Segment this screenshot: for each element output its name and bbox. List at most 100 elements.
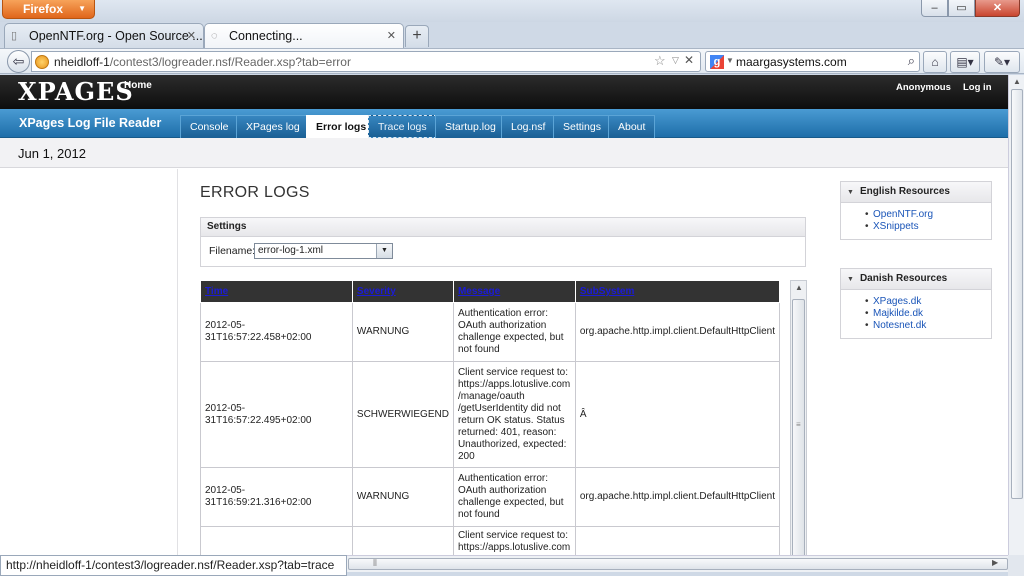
tab-xpages-log[interactable]: XPages log [236,115,310,138]
tab-console[interactable]: Console [180,115,239,138]
link-notesnet-dk[interactable]: Notesnet.dk [865,320,991,332]
column-header-time[interactable]: Time [200,280,353,303]
english-resources-panel: ▼ English Resources OpenNTF.org XSnippets [840,181,992,240]
page-horizontal-scrollbar[interactable]: ⦀ ▶ [347,555,1008,572]
link-xsnippets[interactable]: XSnippets [865,221,991,233]
danish-resources-list: XPages.dk Majkilde.dk Notesnet.dk [841,290,991,338]
tab-startup-log[interactable]: Startup.log [435,115,506,138]
cell-subsystem: org.apache.http.impl.client.DefaultHttpC… [574,302,781,362]
scroll-up-icon[interactable]: ▲ [1013,77,1021,86]
cell-subsystem: org.apache.http.impl.client.DefaultHttpC… [574,467,781,527]
dropdown-arrow-icon: ▼ [78,4,86,13]
addon-button[interactable]: ✎▾ [984,51,1020,73]
loading-spinner-icon: ◌ [211,30,218,42]
browser-window: Firefox ▼ ‒ ▭ ✕ ▯ OpenNTF.org - Open Sou… [0,0,1024,576]
table-row: 2012-05-31T16:57:22.458+02:00 WARNUNG Au… [200,302,781,362]
cell-time [200,526,353,555]
chevron-down-icon[interactable]: ▼ [376,244,392,258]
new-tab-button[interactable]: + [405,25,429,47]
cell-severity: WARNUNG [351,302,454,362]
table-scrollbar[interactable]: ▲ ≡ [790,280,807,555]
link-xpages-dk[interactable]: XPages.dk [865,296,991,308]
tab-close-icon[interactable]: ✕ [187,24,196,48]
url-host: nheidloff-1 [54,55,110,69]
search-icon[interactable]: ⌕ [908,53,915,69]
history-dropdown-icon[interactable]: ▽ [672,55,679,66]
left-column [0,169,178,555]
collapse-triangle-icon[interactable]: ▼ [847,276,854,283]
page-vertical-scrollbar[interactable]: ▲ [1008,75,1024,555]
cell-message: Authentication error: OAuth authorizatio… [452,302,576,362]
stop-icon[interactable]: ✕ [684,53,694,67]
table-scroll-thumb[interactable]: ≡ [792,299,805,555]
english-resources-heading[interactable]: ▼ English Resources [841,182,991,203]
bookmark-star-icon[interactable]: ☆ [654,53,666,69]
login-link[interactable]: Log in [963,82,992,93]
table-row: 2012-05-31T16:57:22.495+02:00 SCHWERWIEG… [200,361,781,468]
column-header-severity[interactable]: Severity [351,280,454,303]
tab-title: Connecting... [229,29,303,43]
settings-panel: Settings Filename: error-log-1.xml ▼ [200,217,806,267]
link-openntf[interactable]: OpenNTF.org [865,209,991,221]
app-title: XPages Log File Reader [19,116,162,130]
cell-time: 2012-05-31T16:57:22.458+02:00 [200,302,353,362]
maximize-button[interactable]: ▭ [948,0,975,17]
url-bar[interactable]: nheidloff-1/contest3/logreader.nsf/Reade… [31,51,701,72]
search-input-value: maargasystems.com [736,55,847,69]
filename-select[interactable]: error-log-1.xml ▼ [254,243,393,259]
column-header-message[interactable]: Message [452,280,576,303]
title-bar: Firefox ▼ ‒ ▭ ✕ [0,0,1024,22]
cell-severity [351,526,454,555]
tab-about[interactable]: About [608,115,656,138]
tab-error-logs[interactable]: Error logs [306,115,377,138]
cell-severity: SCHWERWIEGEND [351,361,454,468]
scroll-up-icon[interactable]: ▲ [795,283,803,292]
current-date: Jun 1, 2012 [18,146,86,161]
scroll-right-icon[interactable]: ▶ [992,558,998,567]
minimize-button[interactable]: ‒ [921,0,948,17]
app-nav-bar: XPages Log File Reader Console XPages lo… [0,109,1008,138]
link-majkilde-dk[interactable]: Majkilde.dk [865,308,991,320]
firefox-menu-button[interactable]: Firefox ▼ [2,0,95,19]
settings-heading: Settings [201,218,805,237]
close-window-button[interactable]: ✕ [975,0,1020,17]
search-engine-dropdown-icon[interactable]: ▼ [726,56,734,65]
tab-trace-logs[interactable]: Trace logs [368,115,437,138]
tab-close-icon[interactable]: ✕ [387,24,396,48]
grip-icon: ≡ [796,420,801,429]
navigation-bar: ⇦ nheidloff-1/contest3/logreader.nsf/Rea… [0,48,1024,74]
cell-subsystem [574,526,781,555]
cell-time: 2012-05-31T16:57:22.495+02:00 [200,361,353,468]
home-link[interactable]: Home [124,80,152,91]
danish-resources-title: Danish Resources [859,273,948,284]
collapse-triangle-icon[interactable]: ▼ [847,189,854,196]
horizontal-scroll-thumb[interactable]: ⦀ [348,558,1008,570]
filename-label: Filename: [209,245,256,257]
table-row: Client service request to: https://apps.… [200,526,781,555]
search-bar[interactable]: g ▼ maargasystems.com ⌕ [705,51,920,72]
xpages-logo: XPAGES [18,77,134,106]
english-resources-title: English Resources [859,186,950,197]
browser-tab-openntf[interactable]: ▯ OpenNTF.org - Open Source ... ✕ [4,23,204,48]
bookmarks-button[interactable]: ▤▾ [950,51,980,73]
url-path: /contest3/logreader.nsf/Reader.xsp?tab=e… [109,55,351,69]
back-button[interactable]: ⇦ [7,50,30,73]
tab-settings[interactable]: Settings [553,115,611,138]
column-header-subsystem[interactable]: SubSystem [574,280,781,303]
tab-log-nsf[interactable]: Log.nsf [501,115,556,138]
cell-severity: WARNUNG [351,467,454,527]
page-scroll-thumb[interactable] [1011,89,1023,499]
home-button[interactable]: ⌂ [923,51,947,73]
grip-icon: ⦀ [373,558,377,568]
page-icon: ▯ [11,30,18,42]
app-header: XPAGES Home Anonymous Log in [0,75,1008,109]
google-icon[interactable]: g [710,55,724,69]
danish-resources-heading[interactable]: ▼ Danish Resources [841,269,991,290]
table-header-row: Time Severity Message SubSystem [200,280,781,303]
url-text: nheidloff-1/contest3/logreader.nsf/Reade… [54,52,351,72]
page-title: ERROR LOGS [200,184,310,201]
browser-tab-connecting[interactable]: ◌ Connecting... ✕ [204,23,404,48]
site-identity-icon[interactable] [35,55,49,69]
cell-subsystem: Â [574,361,781,468]
cell-time: 2012-05-31T16:59:21.316+02:00 [200,467,353,527]
